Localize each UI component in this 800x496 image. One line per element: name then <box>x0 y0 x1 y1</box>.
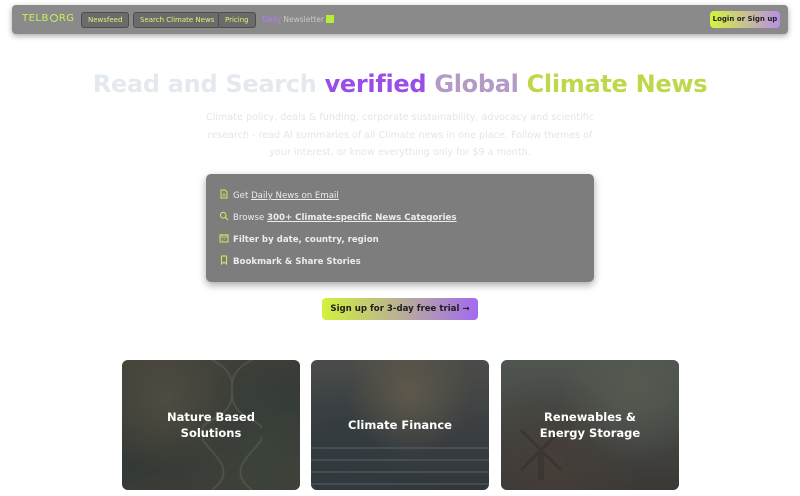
feature-daily-email: Get Daily News on Email <box>219 189 339 201</box>
page-title: Read and Search verified Global Climate … <box>0 70 800 98</box>
document-icon <box>219 189 229 199</box>
card-title-nature-line2: Solutions <box>180 426 242 440</box>
logo-text-tail: RG <box>58 13 75 24</box>
card-title-nature-line1: Nature Based <box>167 410 255 424</box>
nav-newsletter-link[interactable]: Daily Newsletter <box>262 13 324 27</box>
card-title-renewables-line1: Renewables & <box>544 410 636 424</box>
top-navbar: TELB RG Newsfeed Search Climate News Pric… <box>12 5 788 34</box>
nav-search-button[interactable]: Search Climate News <box>133 12 222 28</box>
login-signup-button[interactable]: Login or Sign up <box>710 11 780 28</box>
category-card-nature-based-solutions[interactable]: Nature Based Solutions <box>122 360 300 490</box>
feature-2-prefix: Browse <box>233 213 268 223</box>
feature-bookmark: Bookmark & Share Stories <box>219 255 361 267</box>
daily-news-email-link[interactable]: Daily News on Email <box>251 191 339 201</box>
card-title-finance: Climate Finance <box>348 418 452 432</box>
title-part-4: Climate News <box>526 70 708 98</box>
calendar-icon <box>219 233 229 243</box>
search-icon <box>219 211 229 221</box>
nav-newsfeed-button[interactable]: Newsfeed <box>81 12 130 28</box>
feature-categories: Browse 300+ Climate-specific News Catego… <box>219 211 457 223</box>
bookmark-icon <box>219 255 229 265</box>
title-part-3: Global <box>426 70 527 98</box>
logo[interactable]: TELB RG <box>22 13 75 24</box>
feature-3-text: Filter by date, country, region <box>233 235 379 245</box>
hero-subtitle: Climate policy, deals & funding, corpora… <box>206 112 594 158</box>
category-card-climate-finance[interactable]: Climate Finance <box>311 360 489 490</box>
newsletter-label-a: Daily <box>262 15 281 24</box>
newsletter-label-b: Newsletter <box>283 15 324 24</box>
newsletter-square-icon <box>326 15 334 23</box>
logo-text: TELB <box>22 13 49 24</box>
climate-categories-link[interactable]: 300+ Climate-specific News Categories <box>267 213 456 223</box>
nav-pricing-button[interactable]: Pricing <box>218 12 256 28</box>
free-trial-signup-button[interactable]: Sign up for 3-day free trial → <box>322 298 478 320</box>
features-box: Get Daily News on Email Browse 300+ Clim… <box>206 174 594 282</box>
card-title-renewables-line2: Energy Storage <box>539 426 641 440</box>
feature-filter: Filter by date, country, region <box>219 233 379 245</box>
title-part-2: verified <box>324 70 427 98</box>
category-card-renewables-energy-storage[interactable]: Renewables & Energy Storage <box>501 360 679 490</box>
feature-4-text: Bookmark & Share Stories <box>233 257 361 267</box>
logo-o-icon <box>49 14 58 22</box>
title-part-1: Read and Search <box>92 70 325 98</box>
feature-1-prefix: Get <box>233 191 252 201</box>
